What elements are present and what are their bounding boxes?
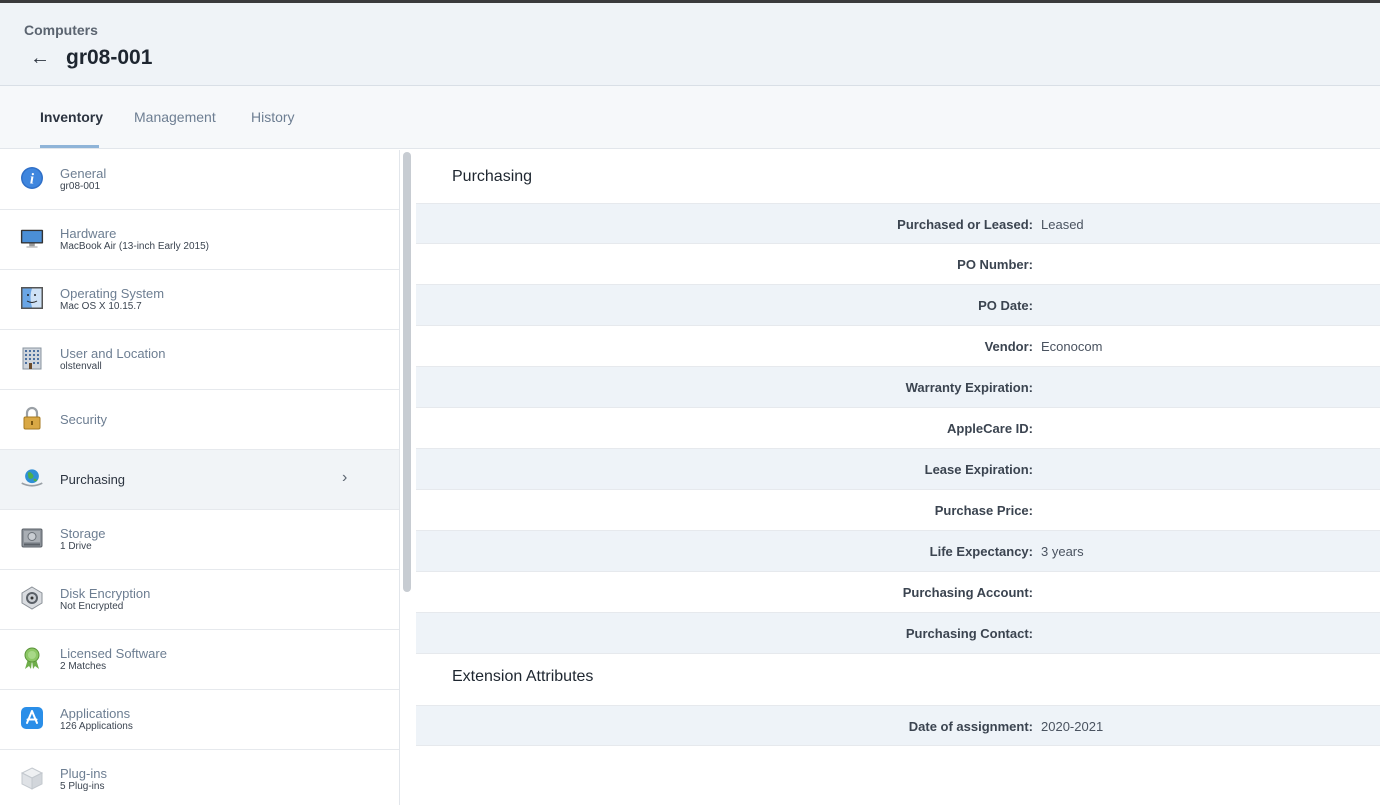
field-label: Purchased or Leased: bbox=[897, 217, 1033, 232]
field-label: Lease Expiration: bbox=[924, 462, 1033, 477]
field-row-applecare-id: AppleCare ID: bbox=[416, 408, 1380, 449]
tab-bar: Inventory Management History bbox=[0, 86, 1380, 149]
purchasing-panel: Purchasing Purchased or Leased: Leased P… bbox=[416, 150, 1380, 805]
field-row-life-expectancy: Life Expectancy: 3 years bbox=[416, 531, 1380, 572]
breadcrumb[interactable]: Computers bbox=[24, 22, 98, 38]
sidebar-item-security[interactable]: Security bbox=[0, 390, 399, 450]
sidebar-scrollbar[interactable] bbox=[403, 152, 411, 592]
sidebar-item-subtitle: 2 Matches bbox=[60, 661, 107, 672]
globe-icon bbox=[20, 466, 44, 490]
field-row-date-of-assignment: Date of assignment: 2020-2021 bbox=[416, 705, 1380, 746]
sidebar-item-operating-system[interactable]: Operating System Mac OS X 10.15.7 bbox=[0, 270, 399, 330]
plugin-box-icon bbox=[20, 766, 44, 790]
tab-history[interactable]: History bbox=[251, 109, 295, 125]
section-title-extension-attributes: Extension Attributes bbox=[452, 668, 594, 685]
field-row-purchasing-contact: Purchasing Contact: bbox=[416, 613, 1380, 654]
sidebar-item-label: Hardware bbox=[60, 226, 117, 241]
field-value: Econocom bbox=[1041, 339, 1103, 354]
finder-icon bbox=[20, 286, 44, 310]
chevron-right-icon: › bbox=[342, 469, 348, 486]
tab-management[interactable]: Management bbox=[134, 109, 216, 125]
sidebar-item-subtitle: olstenvall bbox=[60, 361, 102, 372]
field-row-vendor: Vendor: Econocom bbox=[416, 326, 1380, 367]
page-header: Computers ← gr08-001 bbox=[0, 3, 1380, 86]
hard-drive-icon bbox=[20, 526, 44, 550]
field-row-po-number: PO Number: bbox=[416, 244, 1380, 285]
sidebar-item-subtitle: gr08-001 bbox=[60, 181, 101, 192]
field-row-purchased-or-leased: Purchased or Leased: Leased bbox=[416, 203, 1380, 244]
sidebar-item-label: General bbox=[60, 166, 107, 181]
app-store-icon bbox=[20, 706, 44, 730]
sidebar-item-label: Purchasing bbox=[60, 472, 126, 487]
sidebar-item-storage[interactable]: Storage 1 Drive bbox=[0, 510, 399, 570]
sidebar-item-label: Operating System bbox=[60, 286, 165, 301]
field-value: 3 years bbox=[1041, 544, 1084, 559]
building-icon bbox=[20, 346, 44, 370]
inventory-sidebar: i General gr08-001 Hardware MacBook Air … bbox=[0, 150, 400, 805]
info-icon: i bbox=[20, 166, 44, 190]
sidebar-item-disk-encryption[interactable]: Disk Encryption Not Encrypted bbox=[0, 570, 399, 630]
field-row-purchasing-account: Purchasing Account: bbox=[416, 572, 1380, 613]
field-row-lease-expiration: Lease Expiration: bbox=[416, 449, 1380, 490]
field-label: Life Expectancy: bbox=[929, 544, 1033, 559]
ribbon-icon bbox=[20, 646, 44, 670]
monitor-icon bbox=[20, 226, 44, 250]
sidebar-item-label: Security bbox=[60, 412, 107, 427]
field-label: Purchasing Account: bbox=[902, 585, 1033, 600]
sidebar-item-licensed-software[interactable]: Licensed Software 2 Matches bbox=[0, 630, 399, 690]
sidebar-item-label: Licensed Software bbox=[60, 646, 167, 661]
sidebar-item-subtitle: 1 Drive bbox=[60, 541, 92, 552]
active-tab-indicator bbox=[40, 145, 99, 148]
sidebar-item-label: User and Location bbox=[60, 346, 166, 361]
field-value: 2020-2021 bbox=[1041, 719, 1104, 734]
field-value: Leased bbox=[1041, 217, 1084, 232]
field-label: Purchase Price: bbox=[934, 503, 1033, 518]
sidebar-item-purchasing[interactable]: Purchasing › bbox=[0, 450, 399, 510]
arrow-left-icon[interactable]: ← bbox=[30, 47, 52, 69]
field-label: PO Number: bbox=[957, 257, 1033, 272]
field-label: AppleCare ID: bbox=[947, 421, 1033, 436]
tab-inventory[interactable]: Inventory bbox=[40, 109, 103, 125]
field-label: Vendor: bbox=[984, 339, 1033, 354]
field-row-purchase-price: Purchase Price: bbox=[416, 490, 1380, 531]
field-row-po-date: PO Date: bbox=[416, 285, 1380, 326]
sidebar-item-hardware[interactable]: Hardware MacBook Air (13-inch Early 2015… bbox=[0, 210, 399, 270]
sidebar-item-label: Applications bbox=[60, 706, 131, 721]
sidebar-item-subtitle: Mac OS X 10.15.7 bbox=[60, 301, 142, 312]
field-label: PO Date: bbox=[978, 298, 1033, 313]
field-label: Warranty Expiration: bbox=[905, 380, 1033, 395]
sidebar-item-user-and-location[interactable]: User and Location olstenvall bbox=[0, 330, 399, 390]
field-label: Purchasing Contact: bbox=[905, 626, 1033, 641]
sidebar-item-applications[interactable]: Applications 126 Applications bbox=[0, 690, 399, 750]
sidebar-item-plug-ins[interactable]: Plug-ins 5 Plug-ins bbox=[0, 750, 399, 805]
sidebar-item-label: Plug-ins bbox=[60, 766, 107, 781]
field-label: Date of assignment: bbox=[908, 719, 1033, 734]
sidebar-item-subtitle: 126 Applications bbox=[60, 721, 133, 732]
page-title: gr08-001 bbox=[66, 46, 153, 69]
sidebar-item-subtitle: Not Encrypted bbox=[60, 601, 124, 612]
sidebar-item-subtitle: MacBook Air (13-inch Early 2015) bbox=[60, 241, 209, 252]
field-row-warranty-expiration: Warranty Expiration: bbox=[416, 367, 1380, 408]
filevault-icon bbox=[20, 586, 44, 610]
sidebar-item-label: Storage bbox=[60, 526, 106, 541]
sidebar-item-subtitle: 5 Plug-ins bbox=[60, 781, 105, 792]
section-title-purchasing: Purchasing bbox=[452, 168, 533, 185]
sidebar-item-general[interactable]: i General gr08-001 bbox=[0, 150, 399, 210]
sidebar-item-label: Disk Encryption bbox=[60, 586, 151, 601]
padlock-icon bbox=[20, 406, 44, 430]
